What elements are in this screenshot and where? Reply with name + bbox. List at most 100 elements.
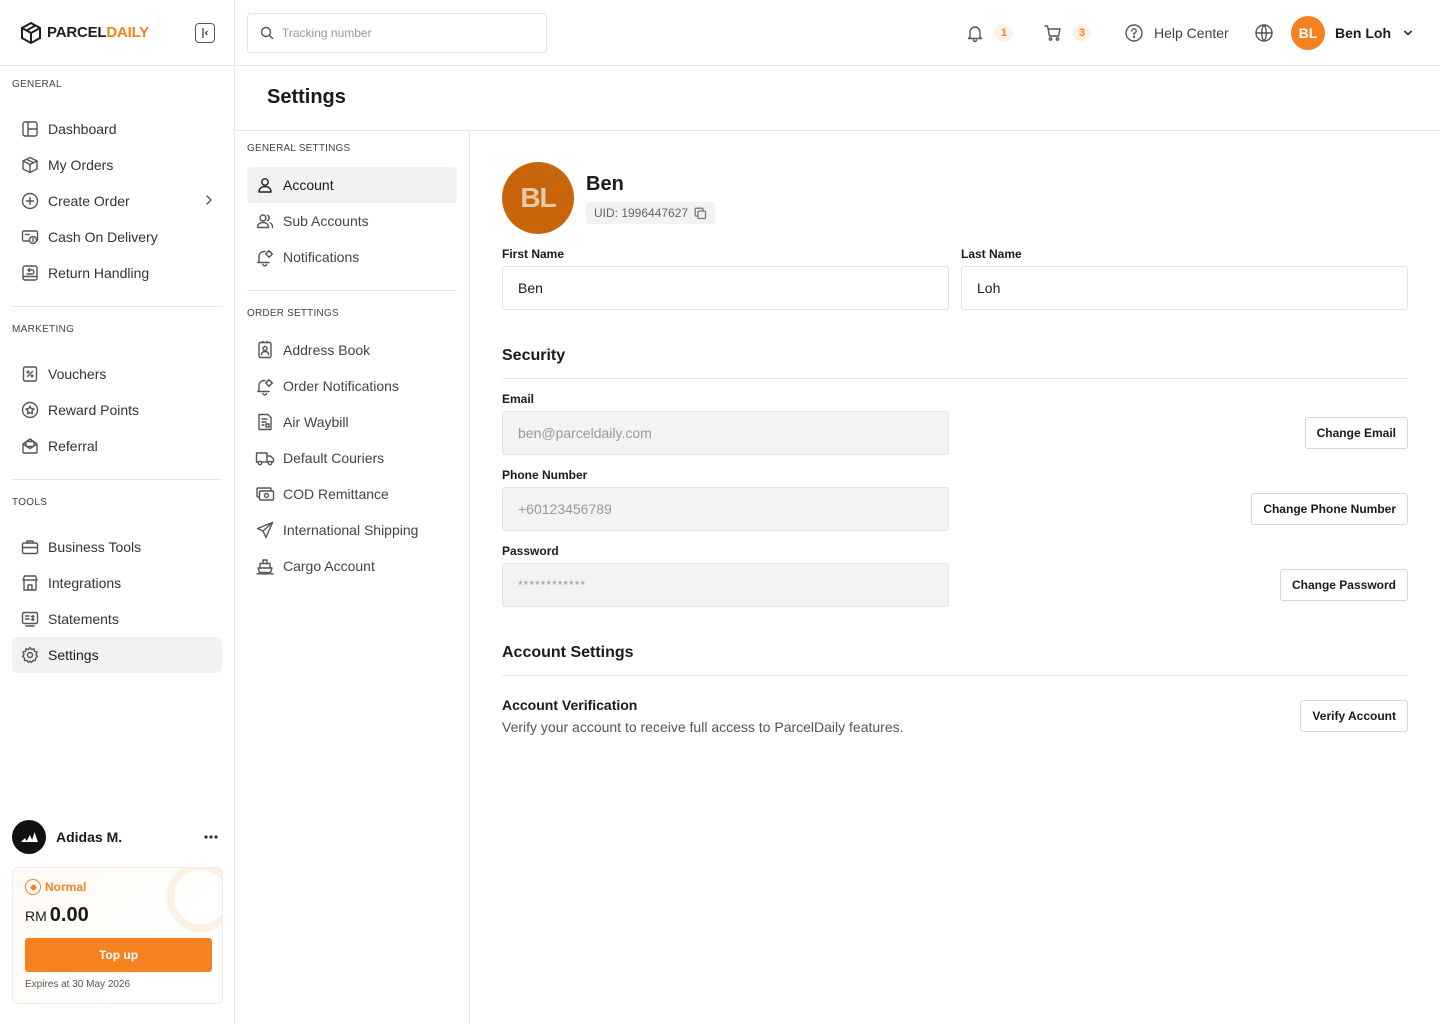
subnav-item-address-book[interactable]: Address Book [247,332,457,368]
change-phone-number-button[interactable]: Change Phone Number [1251,493,1408,525]
bell-icon [965,23,985,43]
subnav-item-international-shipping[interactable]: International Shipping [247,512,457,548]
security-section-title: Security [502,347,566,364]
sidebar-item-statements[interactable]: Statements [12,601,222,637]
cart-button[interactable]: 3 [1043,21,1091,45]
sidebar-item-referral[interactable]: Referral [12,428,222,464]
sidebar-item-return-handling[interactable]: Return Handling [12,255,222,291]
parceldaily-logo-icon[interactable] [20,21,42,45]
sidebar-item-vouchers[interactable]: Vouchers [12,356,222,392]
subnav-item-label: Default Couriers [283,450,385,466]
cargo-icon [255,556,275,576]
sidebar-item-cash-on-delivery[interactable]: Cash On Delivery [12,219,222,255]
sidebar-item-label: Reward Points [48,402,140,418]
subnav-item-label: Account [283,177,334,193]
settings-subnav: GENERAL SETTINGS Account Sub Accounts No… [235,131,470,1024]
sidebar-item-label: Create Order [48,193,130,209]
subnav-item-air-waybill[interactable]: Air Waybill [247,404,457,440]
section-divider [502,675,1408,676]
truck-icon [255,448,275,468]
nav-section-title-general: GENERAL [12,79,62,90]
subnav-item-label: COD Remittance [283,486,389,502]
last-name-input[interactable] [961,266,1408,310]
briefcase-icon [20,537,40,557]
sidebar-item-create-order[interactable]: Create Order [12,183,222,219]
top-up-button[interactable]: Top up [25,938,212,972]
integrations-icon [20,573,40,593]
user-menu[interactable]: BL Ben Loh [1291,16,1415,50]
balance-currency: RM [25,908,47,924]
subnav-item-label: Cargo Account [283,558,375,574]
subnav-item-notifications[interactable]: Notifications [247,239,457,275]
help-icon [1124,23,1144,43]
referral-icon [20,436,40,456]
phone-number-label: Phone Number [502,468,588,482]
user-icon [255,175,275,195]
waybill-icon [255,412,275,432]
users-icon [255,211,275,231]
subnav-item-label: Notifications [283,249,360,265]
page-header: Settings [235,66,1440,131]
chevron-down-icon [1401,26,1415,40]
brand-name-part2: DAILY [106,24,149,41]
subnav-item-label: International Shipping [283,522,419,538]
subnav-item-cargo-account[interactable]: Cargo Account [247,548,457,584]
sidebar-item-label: Return Handling [48,265,150,281]
change-email-button[interactable]: Change Email [1304,417,1408,449]
membership-tier: Normal [25,879,86,895]
profile-display-name: Ben [586,173,624,195]
sidebar-item-settings[interactable]: Settings [12,637,222,673]
cart-icon [1043,23,1063,43]
nav-section-title-marketing: MARKETING [12,324,75,335]
help-center-link[interactable]: Help Center [1124,21,1229,45]
first-name-input[interactable] [502,266,949,310]
search-icon [260,26,274,40]
tracking-number-input[interactable] [282,26,522,40]
user-name: Ben Loh [1335,25,1391,41]
cash-icon [20,227,40,247]
merchant-name: Adidas M. [56,829,123,845]
copy-icon[interactable] [694,207,707,220]
sidebar-item-reward-points[interactable]: Reward Points [12,392,222,428]
subnav-item-label: Air Waybill [283,414,349,430]
verify-account-button[interactable]: Verify Account [1300,700,1408,732]
sidebar-item-my-orders[interactable]: My Orders [12,147,222,183]
statement-icon [20,609,40,629]
wallet-expiry: Expires at 30 May 2026 [25,979,131,990]
sidebar-item-label: Cash On Delivery [48,229,158,245]
sidebar-item-business-tools[interactable]: Business Tools [12,529,222,565]
bell-gear-icon [255,376,275,396]
section-divider [502,378,1408,379]
language-button[interactable] [1254,21,1274,45]
merchant-switcher[interactable]: Adidas M. [12,820,223,854]
sidebar-item-integrations[interactable]: Integrations [12,565,222,601]
sidebar: PARCELDAILY GENERAL Dashboard My Orders … [0,0,235,1024]
change-password-button[interactable]: Change Password [1279,569,1408,601]
profile-avatar[interactable]: BL [502,162,574,234]
account-settings-content: BL Ben UID: 1996447627 First Name Last N… [471,131,1440,1024]
tracking-search[interactable] [247,13,547,53]
chevron-right-icon [202,193,216,207]
subnav-item-default-couriers[interactable]: Default Couriers [247,440,457,476]
account-verification-description: Verify your account to receive full acce… [502,719,904,735]
subnav-item-cod-remittance[interactable]: COD Remittance [247,476,457,512]
account-verification-title: Account Verification [502,697,638,713]
subnav-item-order-notifications[interactable]: Order Notifications [247,368,457,404]
collapse-sidebar-button[interactable] [195,23,215,43]
sidebar-item-label: Statements [48,611,119,627]
subnav-item-sub-accounts[interactable]: Sub Accounts [247,203,457,239]
merchant-avatar [12,820,46,854]
balance-amount: 0.00 [49,904,89,926]
gear-icon [20,645,40,665]
voucher-icon [20,364,40,384]
sidebar-item-label: Vouchers [48,366,107,382]
subnav-item-account[interactable]: Account [247,167,457,203]
bell-gear-icon [255,247,275,267]
notifications-button[interactable]: 1 [965,21,1013,45]
sidebar-item-label: Referral [48,438,98,454]
subnav-title-general: GENERAL SETTINGS [247,143,351,154]
notification-count-badge: 1 [995,24,1013,42]
sidebar-item-dashboard[interactable]: Dashboard [12,111,222,147]
last-name-label: Last Name [961,247,1022,261]
more-options-icon[interactable] [201,827,221,847]
